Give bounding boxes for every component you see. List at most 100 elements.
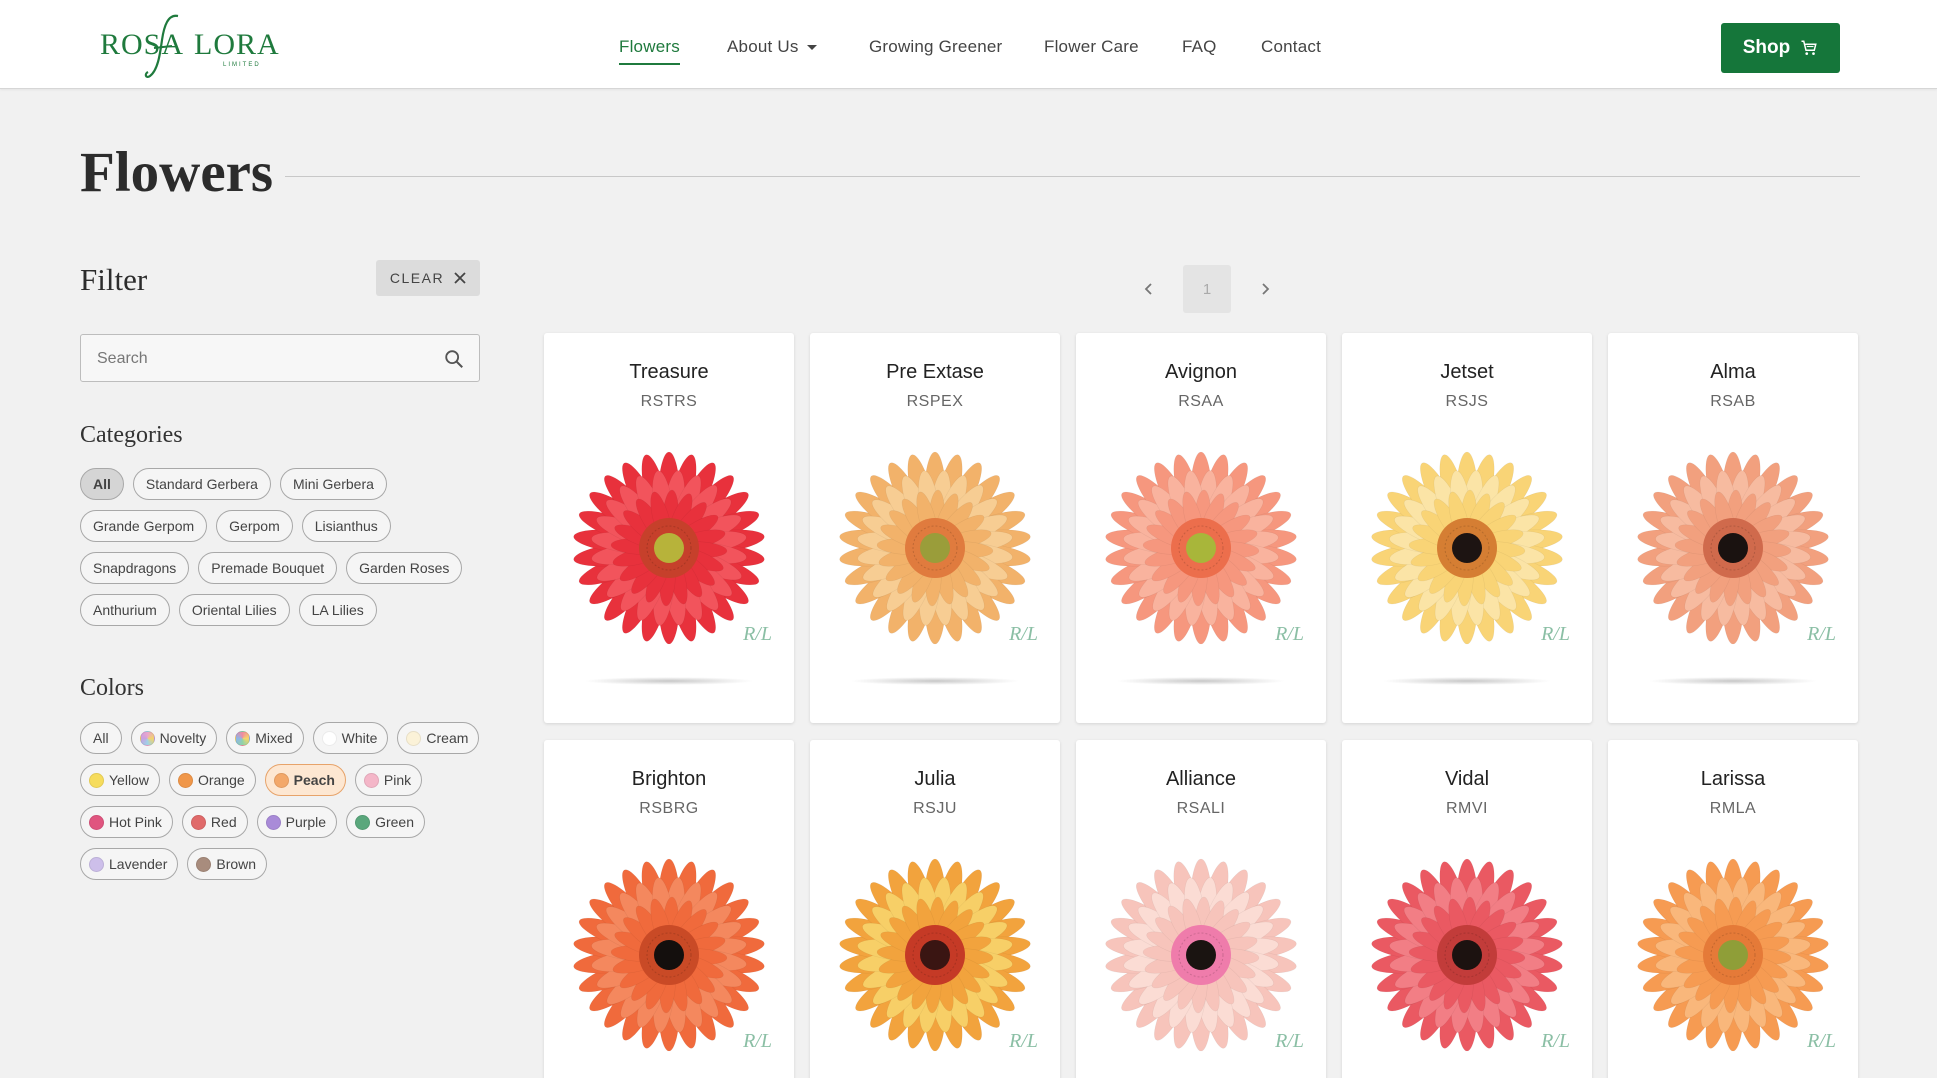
product-code: RMLA: [1709, 800, 1757, 817]
product-name: Alliance: [1165, 768, 1237, 790]
product-card[interactable]: Alma RSAB R/L: [1608, 333, 1858, 723]
title-divider: [285, 176, 1860, 177]
product-name: Larissa: [1700, 768, 1766, 790]
category-chip[interactable]: All: [80, 468, 124, 500]
watermark-logo: R/L: [1275, 623, 1304, 645]
nav-flowers[interactable]: Flowers: [619, 37, 680, 65]
image-shadow: [1382, 677, 1552, 685]
product-code: RSALI: [1176, 800, 1226, 817]
flower-image: [1371, 451, 1563, 645]
product-name: Alma: [1710, 361, 1756, 383]
color-chip[interactable]: Purple: [256, 806, 338, 838]
nav-contact[interactable]: Contact: [1261, 37, 1321, 57]
category-chip[interactable]: Garden Roses: [346, 552, 463, 584]
product-name: Vidal: [1444, 768, 1490, 790]
category-chip[interactable]: Grande Gerpom: [80, 510, 208, 542]
color-chip[interactable]: Novelty: [130, 722, 218, 754]
color-chip[interactable]: Red: [181, 806, 248, 838]
image-shadow: [1648, 677, 1818, 685]
nav-flower-care[interactable]: Flower Care: [1044, 37, 1139, 57]
product-code: RSTRS: [640, 393, 698, 410]
nav-about-us-label: About Us: [727, 37, 799, 56]
category-chip[interactable]: Standard Gerbera: [132, 468, 271, 500]
category-chip[interactable]: Lisianthus: [301, 510, 391, 542]
product-card[interactable]: Vidal RMVI R/L: [1342, 740, 1592, 1078]
cart-icon: [1801, 40, 1817, 55]
product-card[interactable]: Pre Extase RSPEX R/L: [810, 333, 1060, 723]
color-chip-label: Orange: [197, 772, 245, 788]
color-chip[interactable]: Hot Pink: [80, 806, 173, 838]
color-chip[interactable]: Cream: [397, 722, 480, 754]
watermark-logo: R/L: [1275, 1030, 1304, 1052]
image-shadow: [850, 677, 1020, 685]
nav-faq[interactable]: FAQ: [1182, 37, 1217, 57]
product-card[interactable]: Brighton RSBRG R/L: [544, 740, 794, 1078]
product-code: RSJS: [1445, 393, 1489, 410]
product-name: Julia: [914, 768, 956, 790]
color-swatch-icon: [89, 814, 104, 830]
watermark-logo: R/L: [1009, 1030, 1038, 1052]
color-chips: All Novelty Mixed White Cream Yellow Orange Pea…: [80, 722, 480, 880]
flower-image: [839, 858, 1031, 1052]
product-card[interactable]: Alliance RSALI R/L: [1076, 740, 1326, 1078]
color-chip[interactable]: White: [312, 722, 389, 754]
color-chip-label: Hot Pink: [109, 814, 162, 830]
color-chip[interactable]: Pink: [354, 764, 423, 796]
category-chip[interactable]: Anthurium: [80, 594, 170, 626]
category-chip[interactable]: LA Lilies: [298, 594, 377, 626]
product-name: Avignon: [1165, 361, 1237, 383]
filter-title: Filter: [80, 262, 148, 297]
main-nav: Flowers About Us Growing Greener Flower …: [0, 0, 1937, 89]
category-chip[interactable]: Snapdragons: [80, 552, 190, 584]
chevron-right-icon: [1262, 283, 1270, 295]
category-chip[interactable]: Premade Bouquet: [198, 552, 338, 584]
color-chip-label: Pink: [383, 772, 412, 788]
color-chip-label: Peach: [293, 772, 335, 788]
product-code: RSJU: [913, 800, 957, 817]
color-chip-label: Red: [210, 814, 237, 830]
product-card[interactable]: Jetset RSJS R/L: [1342, 333, 1592, 723]
color-chip[interactable]: Yellow: [80, 764, 160, 796]
flower-image: [839, 451, 1031, 645]
nav-about-us[interactable]: About Us: [727, 37, 817, 57]
search-input[interactable]: [97, 347, 427, 371]
category-chip[interactable]: Oriental Lilies: [178, 594, 290, 626]
color-swatch-icon: [265, 814, 281, 830]
category-chip[interactable]: Gerpom: [216, 510, 293, 542]
image-shadow: [584, 677, 754, 685]
color-chip-label: Brown: [216, 856, 257, 872]
watermark-logo: R/L: [743, 623, 772, 645]
watermark-logo: R/L: [1807, 623, 1836, 645]
next-page-button[interactable]: [1241, 265, 1289, 313]
product-card[interactable]: Avignon RSAA R/L: [1076, 333, 1326, 723]
colors-title: Colors: [80, 675, 145, 701]
color-chip[interactable]: Lavender: [80, 848, 179, 880]
product-card[interactable]: Treasure RSTRS R/L: [544, 333, 794, 723]
pagination: 1: [1125, 265, 1289, 313]
color-swatch-icon: [321, 730, 337, 746]
color-chip[interactable]: Mixed: [226, 722, 304, 754]
category-chip[interactable]: Mini Gerbera: [279, 468, 387, 500]
color-chip-label: All: [93, 730, 109, 746]
color-swatch-icon: [363, 772, 379, 788]
page-number[interactable]: 1: [1183, 265, 1231, 313]
shop-label: Shop: [1742, 37, 1791, 58]
color-chip-label: Purple: [285, 814, 327, 830]
product-card[interactable]: Larissa RMLA R/L: [1608, 740, 1858, 1078]
page-title: Flowers: [80, 141, 274, 204]
product-card[interactable]: Julia RSJU R/L: [810, 740, 1060, 1078]
prev-page-button[interactable]: [1125, 265, 1173, 313]
product-name: Treasure: [629, 361, 709, 383]
image-shadow: [1116, 677, 1286, 685]
watermark-logo: R/L: [743, 1030, 772, 1052]
clear-filters-button[interactable]: CLEAR: [376, 260, 480, 296]
color-chip[interactable]: All: [80, 722, 122, 754]
color-chip[interactable]: Brown: [187, 848, 268, 880]
color-chip[interactable]: Green: [346, 806, 425, 838]
search-icon[interactable]: [443, 348, 465, 370]
color-chip-label: Yellow: [109, 772, 149, 788]
nav-growing-greener[interactable]: Growing Greener: [869, 37, 1002, 57]
shop-button[interactable]: Shop: [1721, 23, 1840, 73]
color-chip[interactable]: Peach: [264, 764, 346, 796]
color-chip[interactable]: Orange: [168, 764, 256, 796]
